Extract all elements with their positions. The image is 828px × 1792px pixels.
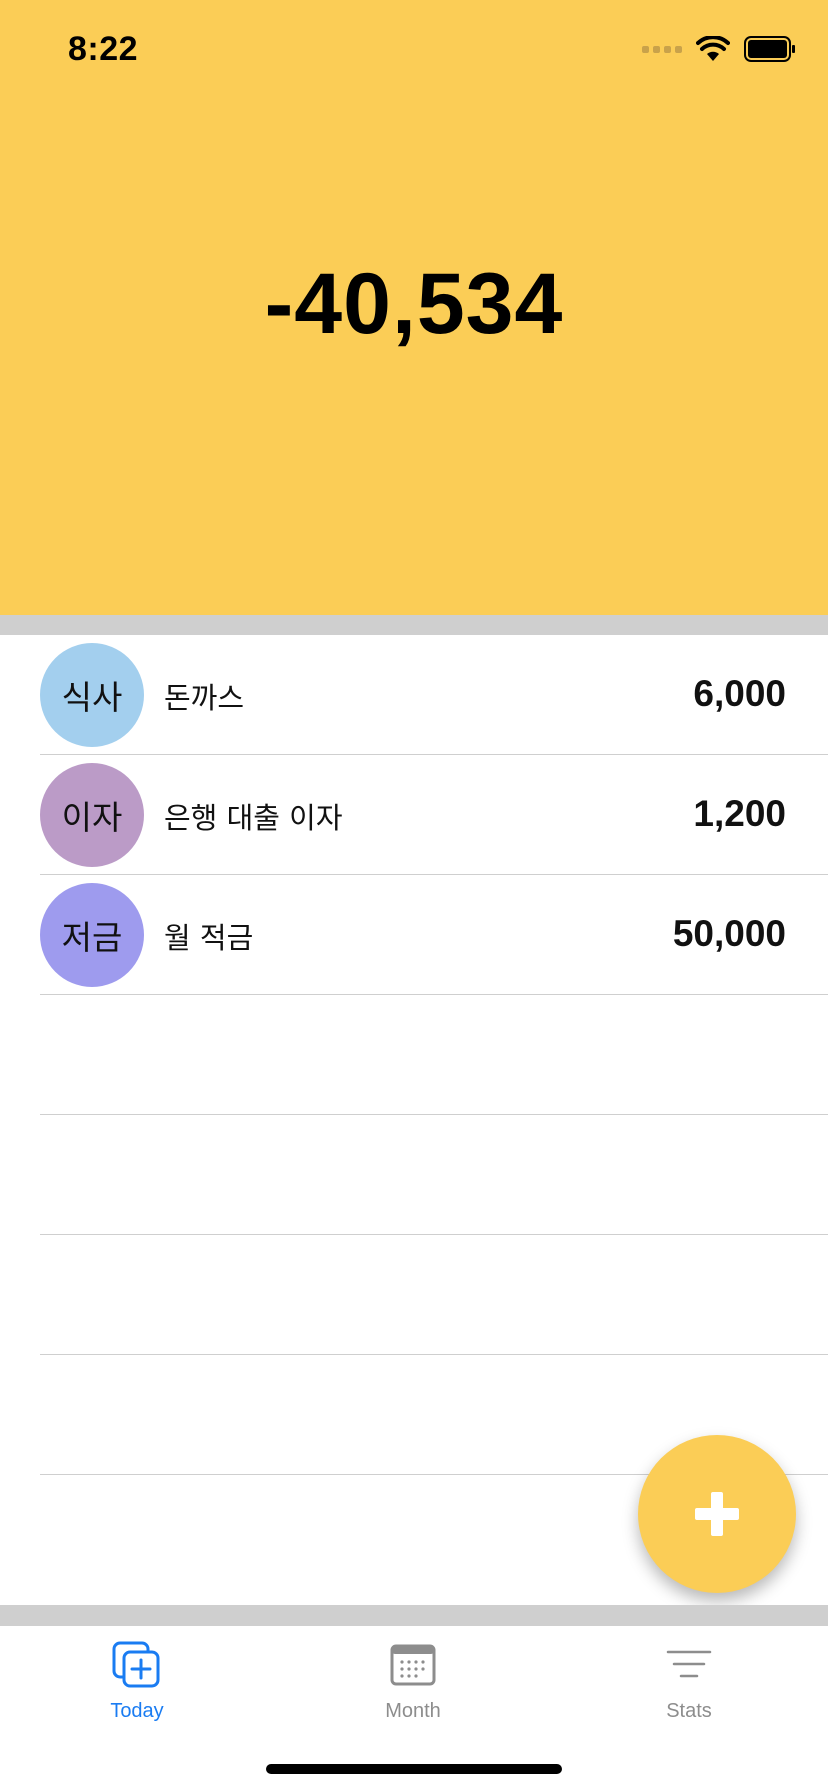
tab-month[interactable]: Month (333, 1640, 493, 1740)
list-item[interactable]: 이자 은행 대출 이자 1,200 (0, 755, 828, 875)
tab-stats[interactable]: Stats (609, 1640, 769, 1740)
empty-row (0, 995, 828, 1115)
header-separator (0, 615, 828, 635)
entry-amount: 50,000 (672, 913, 786, 954)
summary-header: 8:22 -40,534 (0, 0, 828, 615)
lines-icon (661, 1640, 717, 1690)
tab-label: Stats (666, 1700, 712, 1722)
calendar-icon (385, 1640, 441, 1690)
tab-label: Month (385, 1700, 441, 1722)
tabbar-separator (0, 1605, 828, 1625)
total-amount: -40,534 (264, 256, 564, 352)
entry-memo: 돈까스 (164, 681, 245, 715)
category-badge: 식사 (40, 643, 144, 747)
wifi-icon (696, 36, 730, 62)
tab-label: Today (110, 1700, 164, 1722)
status-time: 8:22 (68, 30, 139, 68)
add-entry-button[interactable] (638, 1435, 796, 1593)
plus-icon (695, 1492, 739, 1536)
battery-icon (744, 36, 796, 62)
tab-today[interactable]: Today (57, 1640, 217, 1740)
entry-memo: 월 적금 (164, 921, 254, 955)
empty-row (0, 1115, 828, 1235)
list-item[interactable]: 식사 돈까스 6,000 (0, 635, 828, 755)
category-badge: 이자 (40, 763, 144, 867)
entry-amount: 6,000 (693, 673, 786, 714)
entry-memo: 은행 대출 이자 (164, 801, 343, 835)
entry-list: 식사 돈까스 6,000 이자 은행 대출 이자 1,200 저금 월 적금 5… (0, 635, 828, 1555)
add-square-icon (109, 1640, 165, 1690)
home-indicator[interactable] (266, 1764, 562, 1774)
status-icons (642, 34, 796, 64)
empty-row (0, 1235, 828, 1355)
entry-amount: 1,200 (693, 793, 786, 834)
cellular-signal-icon (642, 45, 682, 53)
list-item[interactable]: 저금 월 적금 50,000 (0, 875, 828, 995)
category-badge: 저금 (40, 883, 144, 987)
